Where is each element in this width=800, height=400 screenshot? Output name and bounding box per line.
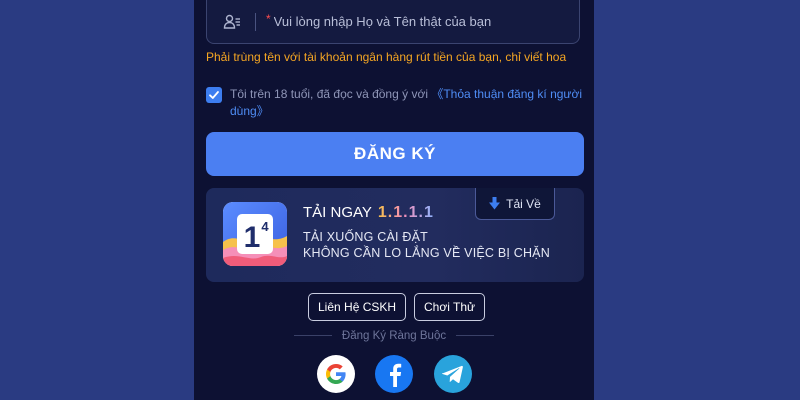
app-banner-title-text: TẢI NGAY (303, 204, 372, 221)
divider-line-right (456, 335, 495, 337)
name-hint: Phải trùng tên với tài khoản ngân hàng r… (206, 50, 567, 64)
divider-line-left (293, 335, 332, 337)
check-icon (209, 91, 219, 99)
telegram-login-button[interactable] (434, 355, 472, 393)
full-name-field[interactable]: * (206, 0, 580, 44)
agreement-row: Tôi trên 18 tuổi, đã đọc và đồng ý với 《… (206, 86, 584, 120)
full-name-input[interactable] (273, 14, 579, 29)
registration-panel: * Phải trùng tên với tài khoản ngân hàng… (194, 0, 594, 400)
facebook-icon (390, 363, 402, 387)
agreement-checkbox[interactable] (206, 87, 222, 103)
page: * Phải trùng tên với tài khoản ngân hàng… (0, 0, 800, 400)
try-play-button[interactable]: Chơi Thử (414, 293, 486, 321)
app-logo: 1 4 (223, 202, 287, 266)
social-register-heading: Đăng Ký Ràng Buộc (194, 330, 594, 342)
app-banner-line-1: TẢI XUỐNG CÀI ĐẶT (303, 230, 428, 244)
required-mark: * (266, 11, 271, 26)
register-button[interactable]: ĐĂNG KÝ (206, 132, 584, 176)
arrow-down-icon (489, 197, 501, 210)
google-login-button[interactable] (317, 355, 355, 393)
agreement-label: Tôi trên 18 tuổi, đã đọc và đồng ý với (230, 87, 432, 101)
app-download-banner: 1 4 Tải Về TẢI NGAY 1.1.1.1 TẢI XUỐNG CÀI… (206, 188, 584, 282)
app-banner-line-2: KHÔNG CẦN LO LẮNG VỀ VIỆC BỊ CHẶN (303, 246, 550, 260)
download-app-button[interactable]: Tải Về (475, 188, 555, 220)
user-card-icon (223, 13, 241, 31)
agreement-text: Tôi trên 18 tuổi, đã đọc và đồng ý với 《… (230, 86, 584, 120)
telegram-icon (442, 365, 463, 384)
facebook-login-button[interactable] (375, 355, 413, 393)
download-label: Tải Về (506, 196, 541, 211)
app-banner-title: TẢI NGAY 1.1.1.1 (303, 204, 434, 222)
contact-support-button[interactable]: Liên Hệ CSKH (308, 293, 407, 321)
app-logo-superscript: 4 (261, 219, 269, 234)
social-register-title: Đăng Ký Ràng Buộc (341, 330, 447, 342)
app-logo-text: 1 (244, 221, 261, 254)
app-version: 1.1.1.1 (377, 204, 434, 221)
google-icon (326, 364, 346, 384)
field-divider (255, 12, 256, 31)
